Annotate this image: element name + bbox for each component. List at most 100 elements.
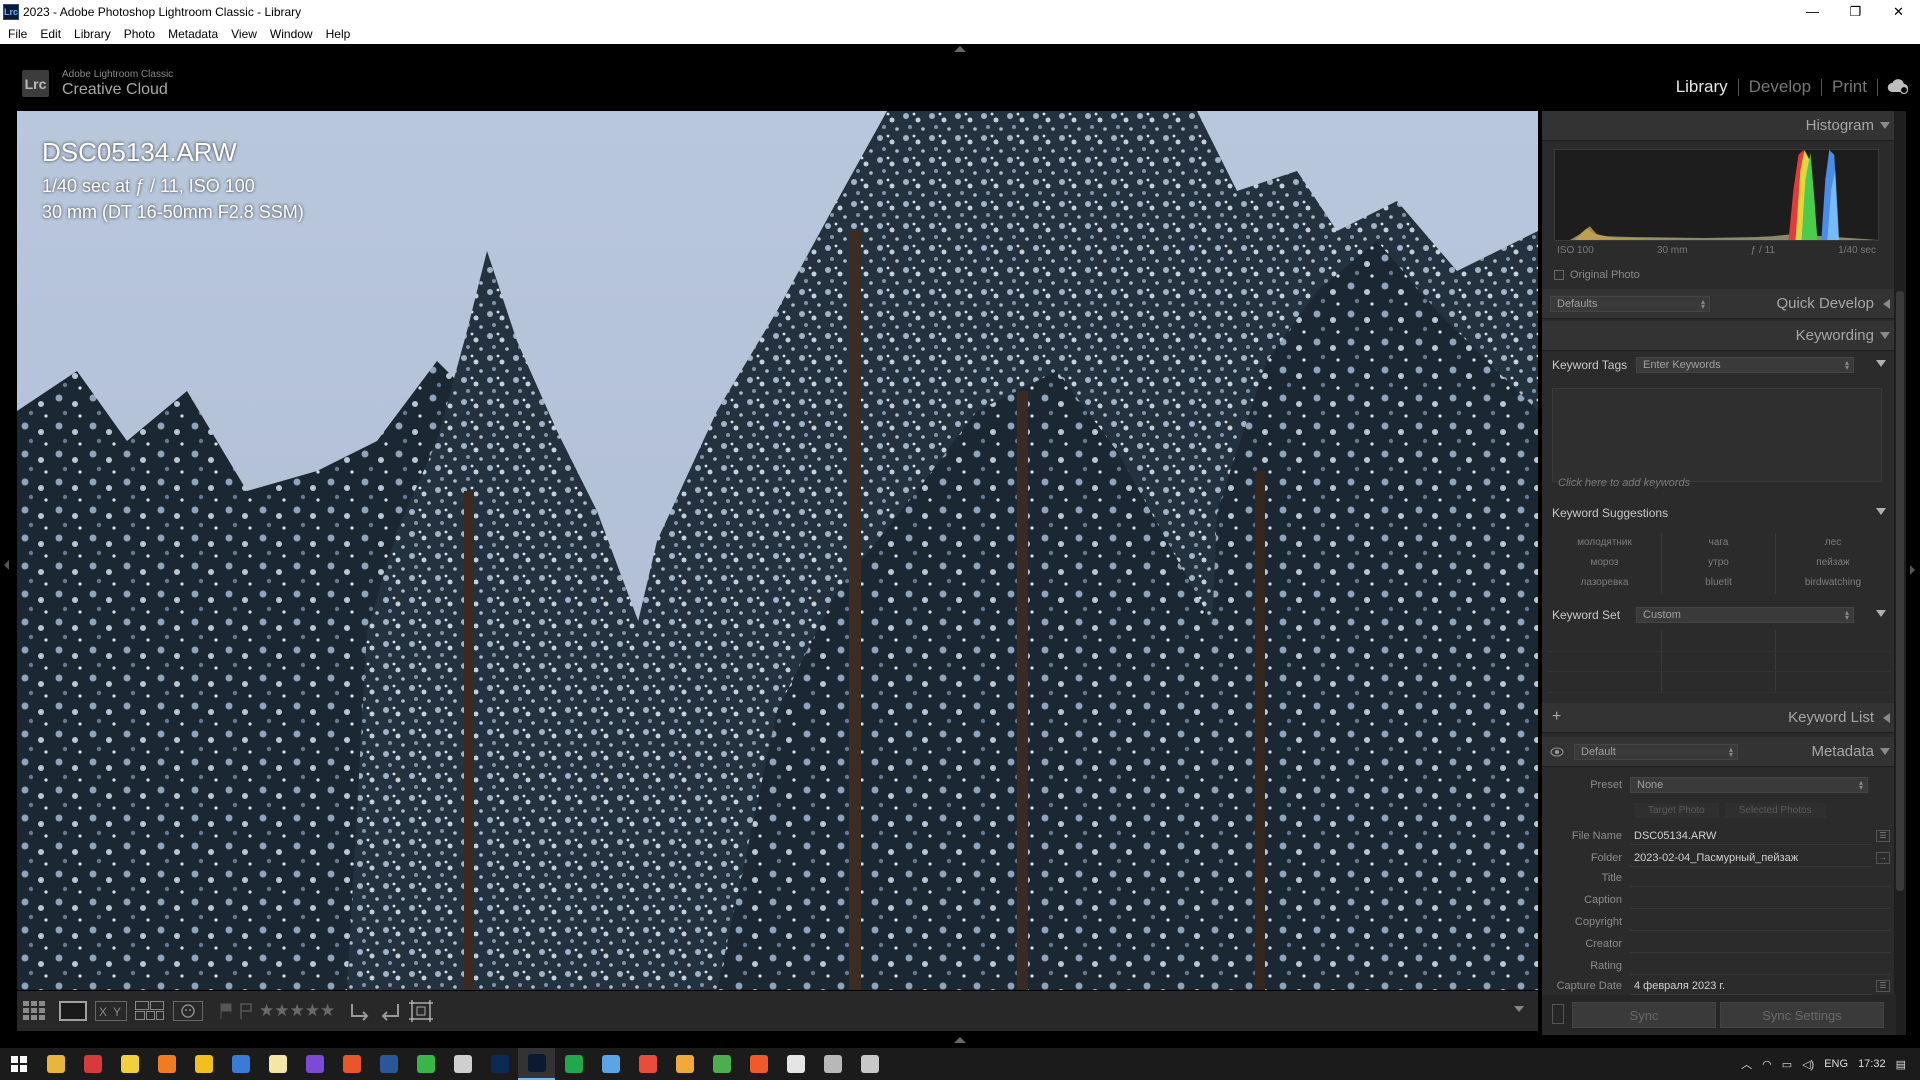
metadata-preset-select[interactable]: None ▴ ▾: [1630, 777, 1868, 793]
copyright-field[interactable]: [1630, 913, 1890, 931]
target-photo-tab[interactable]: Target Photo: [1634, 803, 1719, 818]
taskbar-app-vivaldi[interactable]: [74, 1048, 111, 1080]
keyword-tags-menu-icon[interactable]: [1876, 360, 1886, 367]
menu-help[interactable]: Help: [326, 27, 351, 41]
auto-sync-switch[interactable]: [1552, 1004, 1564, 1024]
taskbar-app-photoshop[interactable]: [481, 1048, 518, 1080]
keyword-suggestion[interactable]: birdwatching: [1776, 573, 1890, 593]
taskbar-app-lightroom[interactable]: [518, 1048, 555, 1080]
keyword-suggestion[interactable]: пейзаж: [1776, 553, 1890, 573]
cloud-sync-icon[interactable]: [1886, 78, 1910, 94]
eye-icon[interactable]: [1550, 747, 1564, 757]
keyword-tags-select[interactable]: Enter Keywords ▴ ▾: [1636, 357, 1854, 373]
rotate-left-icon[interactable]: [349, 999, 371, 1023]
sync-button[interactable]: Sync: [1572, 1002, 1716, 1028]
metadata-header[interactable]: Default ▴ ▾ Metadata: [1542, 737, 1896, 767]
histogram-chart[interactable]: [1554, 149, 1879, 241]
network-icon[interactable]: ◠: [1762, 1058, 1772, 1071]
expand-triangle-icon[interactable]: [1883, 299, 1890, 309]
taskbar-app-app-gray[interactable]: [444, 1048, 481, 1080]
taskbar-app-brave[interactable]: [740, 1048, 777, 1080]
menu-metadata[interactable]: Metadata: [168, 27, 218, 41]
keyword-suggestion[interactable]: утро: [1662, 553, 1776, 573]
top-panel-collapse-icon[interactable]: [954, 46, 966, 52]
original-photo-checkbox[interactable]: [1554, 270, 1564, 280]
menu-library[interactable]: Library: [74, 27, 111, 41]
start-button[interactable]: [0, 1048, 37, 1080]
sync-settings-button[interactable]: Sync Settings: [1720, 1002, 1884, 1028]
keyword-set-cell[interactable]: [1662, 651, 1776, 673]
clock[interactable]: 17:32: [1858, 1058, 1886, 1070]
scrollbar-thumb[interactable]: [1896, 291, 1904, 891]
taskbar-app-settings[interactable]: [777, 1048, 814, 1080]
keyword-set-cell[interactable]: [1662, 672, 1776, 693]
minimize-button[interactable]: —: [1791, 0, 1834, 23]
module-library[interactable]: Library: [1666, 77, 1738, 97]
keyword-set-cell[interactable]: [1548, 651, 1662, 673]
menu-edit[interactable]: Edit: [40, 27, 61, 41]
taskbar-app-notes[interactable]: [111, 1048, 148, 1080]
maximize-button[interactable]: ❐: [1834, 0, 1877, 23]
close-button[interactable]: ✕: [1877, 0, 1920, 23]
menu-photo[interactable]: Photo: [124, 27, 155, 41]
collapse-triangle-icon[interactable]: [1880, 332, 1890, 339]
title-field[interactable]: [1630, 869, 1890, 887]
menu-file[interactable]: File: [8, 27, 27, 41]
left-panel-expand-icon[interactable]: [4, 560, 9, 570]
flag-reject-icon[interactable]: [239, 1002, 253, 1020]
menu-view[interactable]: View: [231, 27, 257, 41]
caption-field[interactable]: [1630, 891, 1890, 909]
taskbar-app-app-fire[interactable]: [333, 1048, 370, 1080]
expand-triangle-icon[interactable]: [1883, 713, 1890, 723]
taskbar-app-explorer[interactable]: [37, 1048, 74, 1080]
keyword-tags-textarea[interactable]: [1552, 388, 1882, 482]
language-indicator[interactable]: ENG: [1824, 1058, 1848, 1070]
taskbar-app-app-yellow[interactable]: [185, 1048, 222, 1080]
file-name-field[interactable]: DSC05134.ARW: [1630, 827, 1872, 845]
edit-capture-time-icon[interactable]: ☰: [1876, 980, 1890, 992]
keyword-set-cell[interactable]: [1548, 672, 1662, 693]
taskbar-app-app-blue[interactable]: [222, 1048, 259, 1080]
collapse-triangle-icon[interactable]: [1880, 122, 1890, 129]
module-develop[interactable]: Develop: [1739, 77, 1821, 97]
keyword-suggestion[interactable]: лес: [1776, 533, 1890, 553]
keyword-set-cell[interactable]: [1662, 631, 1776, 652]
volume-icon[interactable]: ◁): [1802, 1058, 1814, 1071]
flag-pick-icon[interactable]: [219, 1002, 233, 1020]
taskbar-app-word[interactable]: [370, 1048, 407, 1080]
keyword-suggestion[interactable]: молодятник: [1548, 533, 1662, 553]
keyword-suggestions-toggle-icon[interactable]: [1876, 508, 1886, 515]
go-to-folder-icon[interactable]: →: [1876, 852, 1890, 864]
taskbar-app-app-green[interactable]: [555, 1048, 592, 1080]
rating-field[interactable]: [1630, 957, 1890, 975]
keyword-set-cell[interactable]: [1548, 631, 1662, 652]
collapse-triangle-icon[interactable]: [1880, 748, 1890, 755]
taskbar-app-app-cat[interactable]: [814, 1048, 851, 1080]
keyword-set-select[interactable]: Custom ▴ ▾: [1636, 607, 1854, 623]
toolbar-content-chevron-icon[interactable]: [1514, 1006, 1524, 1012]
crop-overlay-icon[interactable]: [409, 999, 434, 1023]
people-view-button[interactable]: [173, 999, 203, 1023]
taskbar-app-app-map[interactable]: [703, 1048, 740, 1080]
keyword-add-hint[interactable]: Click here to add keywords: [1558, 477, 1690, 489]
histogram-header[interactable]: Histogram: [1542, 111, 1896, 141]
module-print[interactable]: Print: [1822, 77, 1877, 97]
keyword-set-cell[interactable]: [1776, 631, 1890, 652]
original-photo-toggle[interactable]: Original Photo: [1554, 269, 1640, 281]
loupe-view-button[interactable]: [59, 999, 87, 1023]
taskbar-app-app-camera[interactable]: [592, 1048, 629, 1080]
filmstrip-collapse-icon[interactable]: [954, 1037, 966, 1043]
compare-view-button[interactable]: XY: [95, 999, 127, 1023]
survey-view-button[interactable]: [135, 999, 165, 1023]
quick-develop-preset-select[interactable]: Defaults ▴ ▾: [1550, 296, 1710, 312]
notifications-icon[interactable]: ▤: [1896, 1058, 1906, 1071]
taskbar-app-app-purple[interactable]: [296, 1048, 333, 1080]
battery-icon[interactable]: ▭: [1782, 1058, 1792, 1071]
taskbar-app-refresh[interactable]: [407, 1048, 444, 1080]
taskbar-app-app-orange[interactable]: [148, 1048, 185, 1080]
keyword-suggestion[interactable]: мороз: [1548, 553, 1662, 573]
keyword-list-header[interactable]: + Keyword List: [1542, 703, 1896, 733]
taskbar-app-app-palette[interactable]: [666, 1048, 703, 1080]
rotate-right-icon[interactable]: [379, 999, 401, 1023]
grid-view-button[interactable]: [23, 999, 51, 1023]
